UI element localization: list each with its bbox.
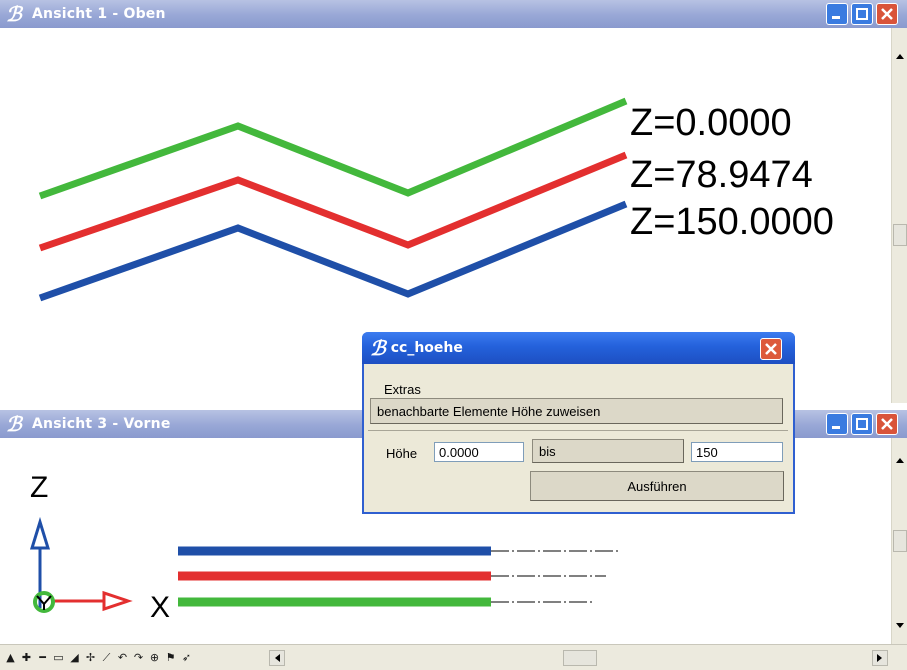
z-label-blue: Z=150.0000 (630, 201, 834, 243)
camera-icon[interactable]: ⚑ (164, 651, 177, 664)
window-area-icon[interactable]: ▭ (52, 651, 65, 664)
minimize-icon (832, 16, 840, 19)
bis-button[interactable]: bis (532, 439, 684, 463)
z-label-green: Z=0.0000 (630, 102, 792, 144)
bentley-logo-icon: ℬ (6, 2, 22, 26)
cc-hoehe-dialog: ℬ cc_hoehe Extras benachbarte Elemente H… (362, 332, 795, 514)
z-label-red: Z=78.9474 (630, 154, 813, 196)
minimize-button[interactable] (826, 3, 848, 25)
close-icon (881, 418, 893, 430)
close-button[interactable] (876, 3, 898, 25)
hoehe-from-input[interactable]: 0.0000 (434, 442, 524, 462)
view-1-scrollbar[interactable] (891, 28, 907, 403)
minimize-icon (832, 426, 840, 429)
horizontal-scroll-thumb[interactable] (563, 650, 597, 666)
separator (368, 430, 788, 431)
scroll-thumb[interactable] (893, 530, 907, 552)
x-axis-label: X (150, 591, 171, 624)
dialog-title: cc_hoehe (390, 340, 463, 356)
scroll-up-button[interactable] (892, 452, 907, 468)
close-icon (881, 8, 893, 20)
update-view-icon[interactable]: ▲ (4, 651, 17, 664)
bentley-logo-icon: ℬ (6, 412, 22, 436)
walk-icon[interactable]: ➶ (180, 651, 193, 664)
section-button[interactable]: benachbarte Elemente Höhe zuweisen (370, 398, 783, 424)
scroll-up-button[interactable] (892, 48, 907, 64)
x-axis-arrow-icon (102, 590, 133, 612)
scroll-up-icon (896, 458, 904, 463)
view-settings-icon[interactable]: ⊕ (148, 651, 161, 664)
close-button[interactable] (876, 413, 898, 435)
zoom-out-icon[interactable]: ━ (36, 651, 49, 664)
scroll-thumb[interactable] (893, 224, 907, 246)
z-axis-arrow-icon (29, 516, 51, 550)
scroll-down-icon (896, 623, 904, 628)
z-axis-label: Z (30, 471, 49, 504)
fit-view-icon[interactable]: ◢ (68, 651, 81, 664)
pan-view-icon[interactable]: ⟋ (100, 651, 113, 664)
scroll-left-icon (275, 654, 280, 662)
maximize-icon (856, 418, 868, 430)
hoehe-to-input[interactable]: 150 (691, 442, 783, 462)
hoehe-label: Höhe (386, 446, 418, 461)
menu-extras[interactable]: Extras (384, 382, 421, 397)
red-polyline[interactable] (38, 151, 628, 252)
maximize-button[interactable] (851, 3, 873, 25)
view-next-icon[interactable]: ↷ (132, 651, 145, 664)
view-previous-icon[interactable]: ↶ (116, 651, 129, 664)
view-1-title: Ansicht 1 - Oben (32, 6, 166, 22)
view-1-titlebar[interactable]: ℬ Ansicht 1 - Oben (0, 0, 907, 28)
ausfuehren-button[interactable]: Ausführen (530, 471, 784, 501)
scroll-up-icon (896, 54, 904, 59)
zoom-in-icon[interactable]: ✚ (20, 651, 33, 664)
rotate-view-icon[interactable]: ✢ (84, 651, 97, 664)
dialog-titlebar[interactable]: ℬ cc_hoehe (362, 332, 795, 364)
dialog-close-button[interactable] (760, 338, 782, 360)
maximize-button[interactable] (851, 413, 873, 435)
view-control-bar: ▲ ✚ ━ ▭ ◢ ✢ ⟋ ↶ ↷ ⊕ ⚑ ➶ (0, 644, 907, 670)
view-3-title: Ansicht 3 - Vorne (32, 416, 171, 432)
close-icon (765, 343, 777, 355)
minimize-button[interactable] (826, 413, 848, 435)
scroll-right-button[interactable] (872, 650, 888, 666)
scroll-left-button[interactable] (269, 650, 285, 666)
bentley-logo-icon: ℬ (370, 336, 386, 360)
maximize-icon (856, 8, 868, 20)
scroll-right-icon (877, 654, 882, 662)
view-3-scrollbar[interactable] (891, 438, 907, 644)
green-polyline[interactable] (38, 97, 628, 200)
scroll-down-button[interactable] (892, 618, 907, 634)
